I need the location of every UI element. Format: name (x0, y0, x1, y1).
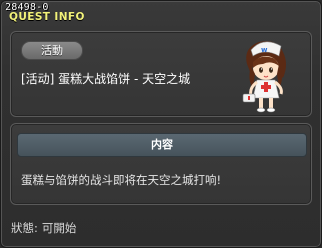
content-description: 蛋糕与馅饼的战斗即将在天空之城打响! (21, 173, 222, 187)
quest-summary-panel: 活動 [活动] 蛋糕大战馅饼 - 天空之城 w (10, 31, 312, 117)
window-title: QUEST INFO (9, 11, 85, 23)
quest-category-badge: 活動 (21, 41, 83, 60)
npc-nurse-girl-icon: w (242, 41, 286, 113)
quest-info-window: 28498-0 QUEST INFO 活動 [活动] 蛋糕大战馅饼 - 天空之城… (0, 0, 322, 248)
quest-content-panel: 内容 蛋糕与馅饼的战斗即将在天空之城打响! (10, 123, 312, 205)
svg-text:w: w (261, 46, 268, 54)
content-header: 内容 (17, 133, 307, 157)
status-value: 可開始 (41, 221, 77, 235)
quest-status: 狀態: 可開始 (11, 220, 76, 236)
status-label: 狀態: (11, 221, 38, 235)
quest-name: [活动] 蛋糕大战馅饼 - 天空之城 (21, 72, 191, 86)
